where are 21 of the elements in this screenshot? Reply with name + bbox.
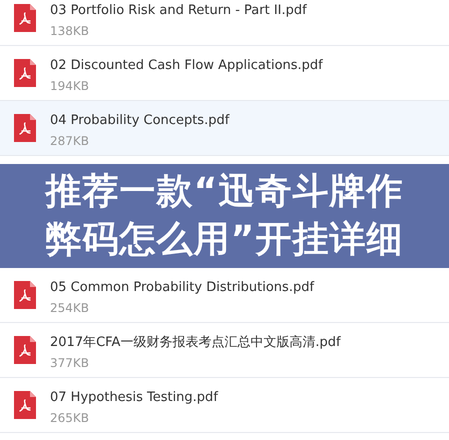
file-name: 07 Hypothesis Testing.pdf	[50, 389, 218, 407]
file-row[interactable]: 04 Probability Concepts.pdf 287KB	[0, 101, 449, 156]
file-size: 254KB	[50, 300, 90, 317]
pdf-file-icon	[14, 391, 36, 419]
file-size: 287KB	[50, 133, 90, 150]
banner-title: 推荐一款“迅奇斗牌作	[46, 170, 404, 214]
pdf-file-icon	[14, 114, 36, 142]
pdf-file-icon	[14, 59, 36, 87]
file-name: 04 Probability Concepts.pdf	[50, 112, 230, 130]
file-size: 265KB	[50, 410, 90, 427]
pdf-file-icon	[14, 4, 36, 32]
file-size: 138KB	[50, 23, 90, 40]
file-size: 194KB	[50, 78, 90, 95]
file-name: 05 Common Probability Distributions.pdf	[50, 279, 314, 297]
file-name: 03 Portfolio Risk and Return - Part II.pdf	[50, 2, 307, 20]
file-name: 2017年CFA一级财务报表考点汇总中文版高清.pdf	[50, 334, 341, 352]
pdf-file-icon	[14, 281, 36, 309]
file-size: 377KB	[50, 355, 90, 372]
banner-title: 弊码怎么用”开挂详细	[46, 218, 404, 262]
file-name: 02 Discounted Cash Flow Applications.pdf	[50, 57, 323, 75]
pdf-file-icon	[14, 336, 36, 364]
